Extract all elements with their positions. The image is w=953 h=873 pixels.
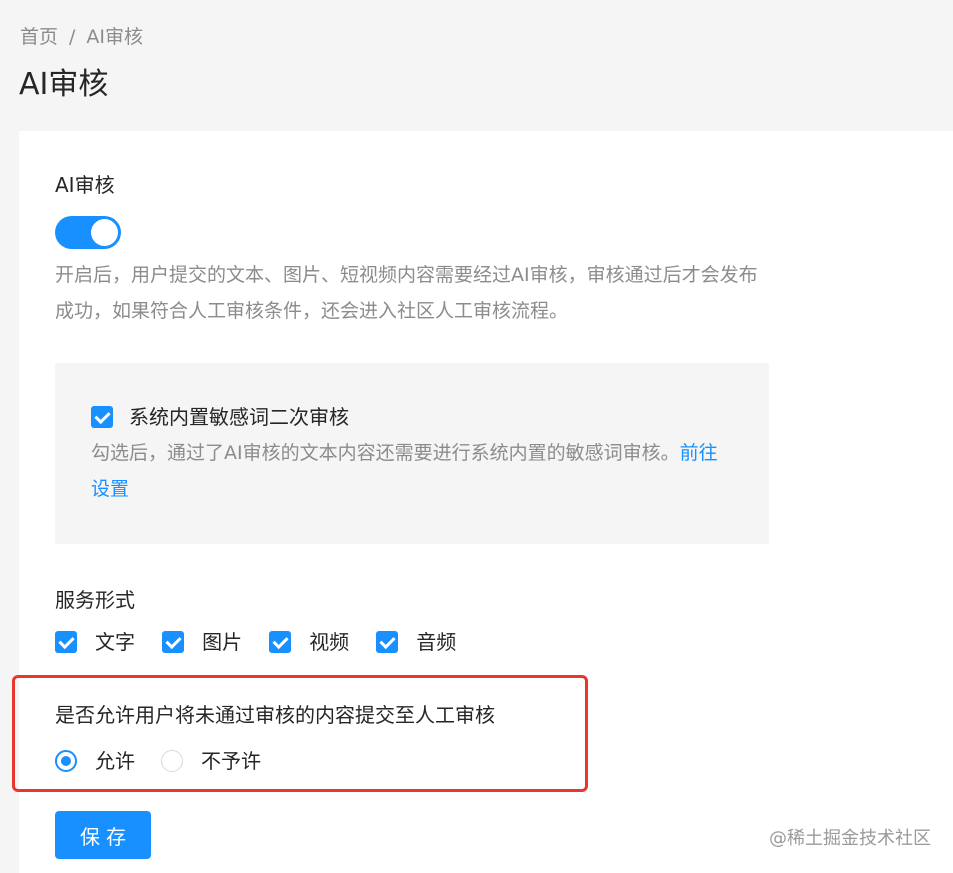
page: 首页 / AI审核 AI审核 AI审核 开启后，用户提交的文本、图片、短视频内容需要… xyxy=(0,0,953,873)
service-image-checkbox[interactable] xyxy=(162,631,185,653)
sensitive-word-label: 系统内置敏感词二次审核 xyxy=(129,405,349,429)
breadcrumb-home-link[interactable]: 首页 xyxy=(20,26,58,48)
service-text-checkbox[interactable] xyxy=(55,631,77,653)
service-audio-label: 音频 xyxy=(416,630,457,654)
settings-card: AI审核 开启后，用户提交的文本、图片、短视频内容需要经过AI审核，审核通过后才… xyxy=(12,131,953,873)
breadcrumb-current: AI审核 xyxy=(86,26,144,48)
service-option-image[interactable]: 图片 xyxy=(162,628,242,656)
service-image-label: 图片 xyxy=(202,630,243,654)
disallow-radio[interactable] xyxy=(161,750,183,772)
sensitive-word-option[interactable]: 系统内置敏感词二次审核 xyxy=(91,403,349,431)
sensitive-word-panel: 系统内置敏感词二次审核 勾选后，通过了AI审核的文本内容还需要进行系统内置的敏感… xyxy=(55,363,769,544)
watermark: @稀土掘金技术社区 xyxy=(769,828,931,849)
service-option-text[interactable]: 文字 xyxy=(55,628,135,656)
service-audio-checkbox[interactable] xyxy=(376,631,399,653)
allow-radio[interactable] xyxy=(55,750,77,772)
service-form-label: 服务形式 xyxy=(55,588,135,612)
service-video-label: 视频 xyxy=(309,630,350,654)
service-text-label: 文字 xyxy=(95,630,135,654)
ai-review-switch[interactable] xyxy=(55,216,121,249)
page-title: AI审核 xyxy=(19,67,109,102)
sensitive-word-checkbox[interactable] xyxy=(91,406,113,428)
breadcrumb: 首页 / AI审核 xyxy=(20,24,143,50)
service-form-options: 文字 图片 视频 音频 xyxy=(55,628,478,656)
disallow-label: 不予许 xyxy=(201,749,261,773)
service-option-video[interactable]: 视频 xyxy=(269,628,349,656)
switch-knob xyxy=(91,219,118,246)
allow-label: 允许 xyxy=(95,749,135,773)
ai-review-label: AI审核 xyxy=(55,173,115,197)
service-video-checkbox[interactable] xyxy=(269,631,292,653)
sensitive-word-description: 勾选后，通过了AI审核的文本内容还需要进行系统内置的敏感词审核。前往设置 xyxy=(91,435,731,507)
sensitive-word-description-text: 勾选后，通过了AI审核的文本内容还需要进行系统内置的敏感词审核。 xyxy=(91,442,680,464)
manual-review-options: 允许 不予许 xyxy=(55,747,287,775)
service-option-audio[interactable]: 音频 xyxy=(376,628,456,656)
save-button[interactable]: 保存 xyxy=(55,811,151,859)
breadcrumb-separator: / xyxy=(69,26,76,48)
ai-review-description: 开启后，用户提交的文本、图片、短视频内容需要经过AI审核，审核通过后才会发布成功… xyxy=(55,264,758,322)
manual-review-question: 是否允许用户将未通过审核的内容提交至人工审核 xyxy=(55,703,495,727)
